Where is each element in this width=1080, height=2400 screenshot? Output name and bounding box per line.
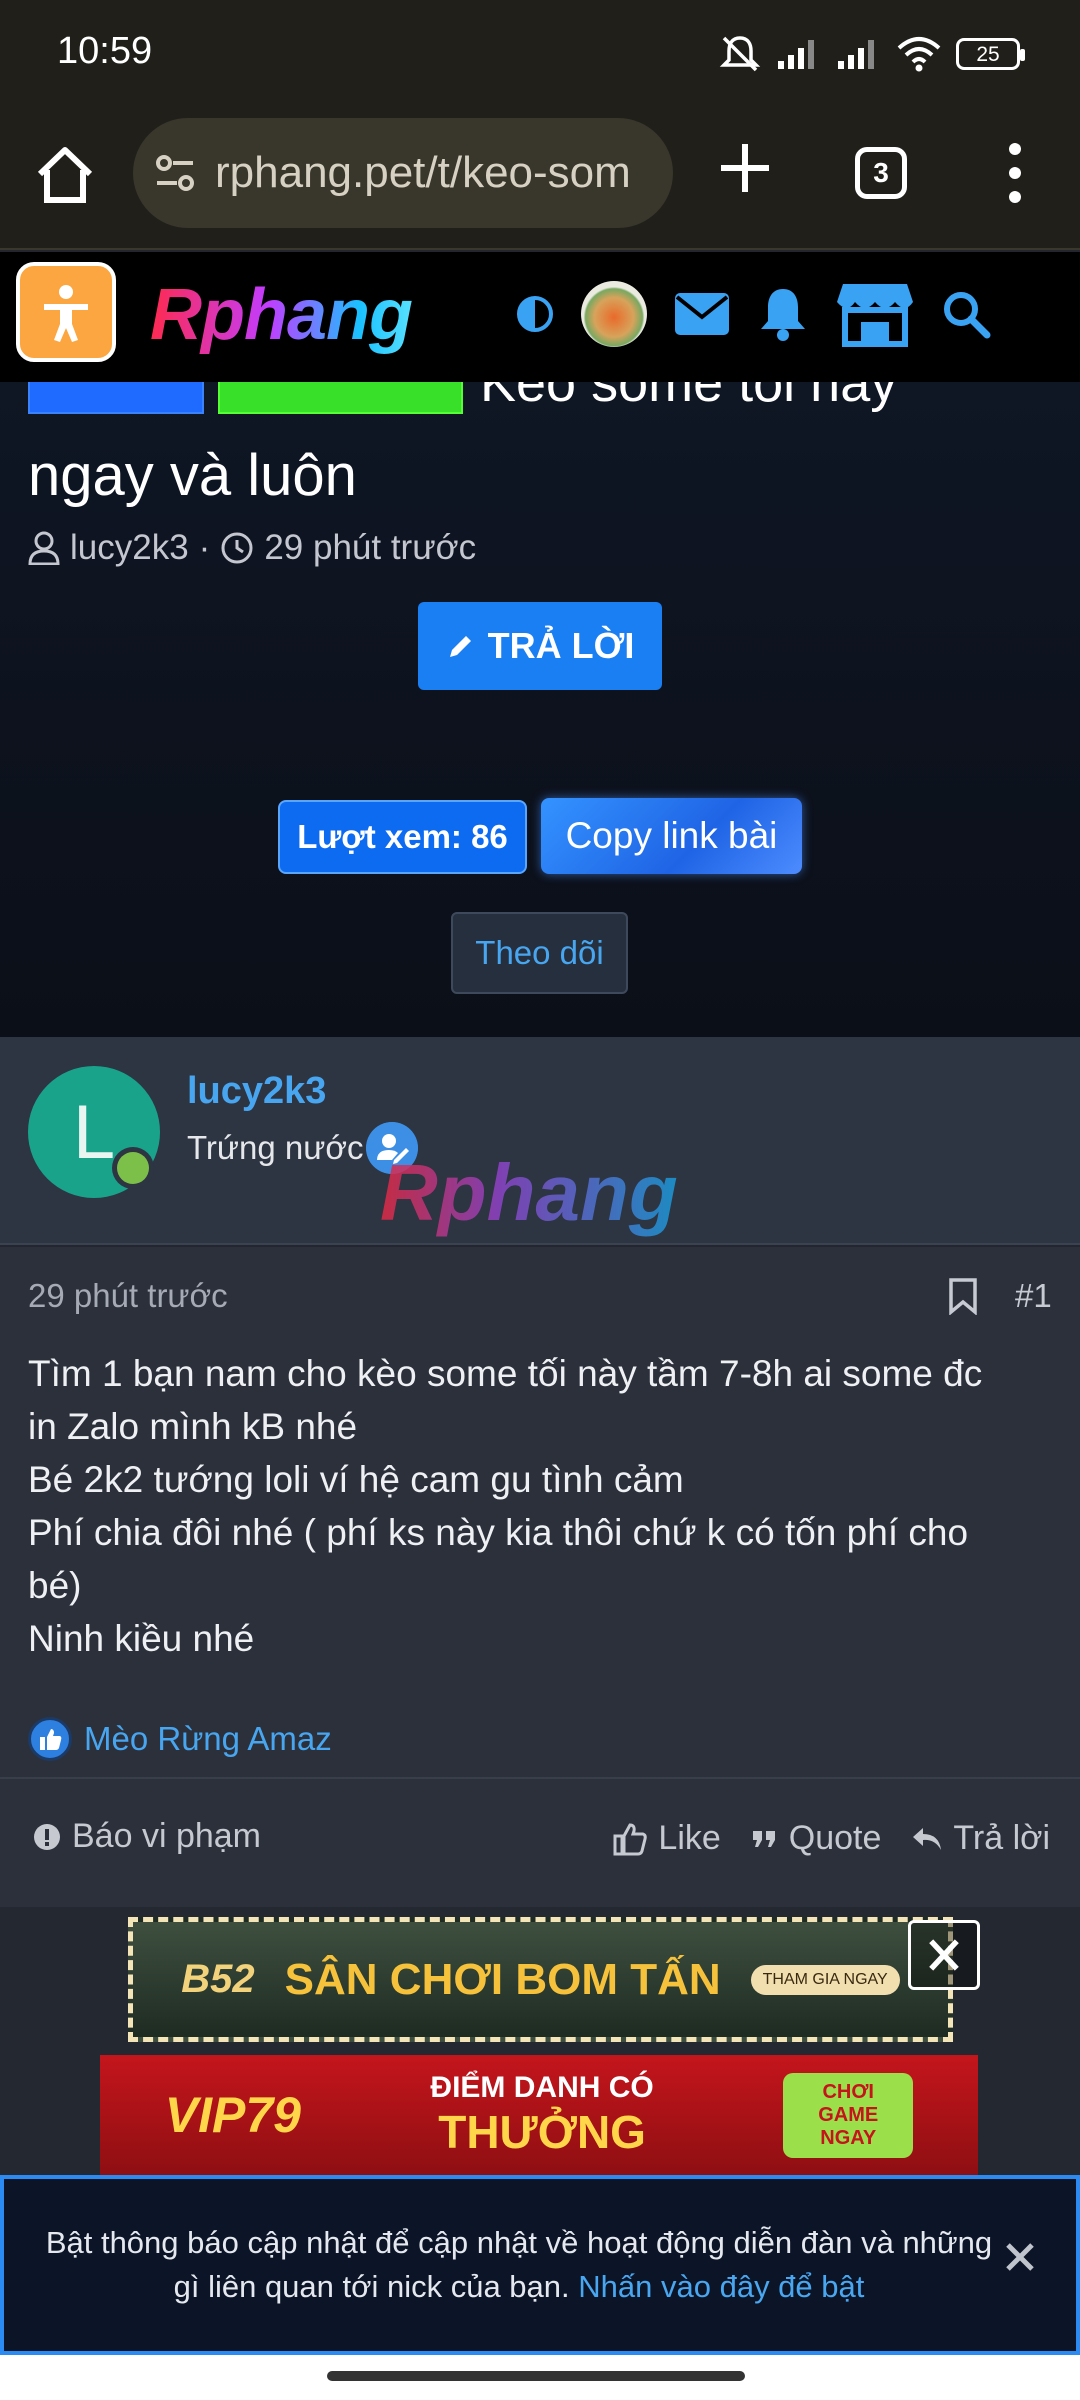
ad2-brand: VIP79: [164, 2087, 301, 2143]
ad2-line1: ĐIỂM DANH CÓ: [430, 2071, 654, 2104]
follow-button[interactable]: Theo dõi: [451, 912, 628, 994]
status-bar: 10:59 25: [0, 0, 1080, 110]
ad-close-icon[interactable]: [908, 1920, 980, 1990]
user-icon: [28, 531, 60, 565]
site-watermark: Rphang: [380, 1148, 678, 1237]
address-bar[interactable]: rphang.pet/t/keo-som: [133, 118, 673, 228]
author-rank: Trứng nước: [187, 1129, 364, 1166]
post-actions: Báo vi phạm Like Quote Trả lời: [0, 1777, 1080, 1907]
ad2-cta: CHƠI GAME NGAY: [783, 2072, 914, 2158]
thread-meta: lucy2k3 · 29 phút trước: [28, 528, 476, 568]
post-action-group: Like Quote Trả lời: [612, 1819, 1050, 1858]
site-settings-icon[interactable]: [153, 151, 197, 195]
post-line: bé): [28, 1565, 82, 1606]
enable-notifications-link[interactable]: Nhấn vào đây để bật: [578, 2269, 864, 2304]
author-name[interactable]: lucy2k3: [187, 1070, 326, 1113]
theme-toggle-icon[interactable]: [515, 294, 555, 334]
accessibility-icon: [44, 285, 88, 342]
ad1-text: SÂN CHƠI BOM TẤN: [284, 1954, 721, 2004]
post-line: Bé 2k2 tướng loli ví hệ cam gu tình cảm: [28, 1459, 684, 1500]
accessibility-button[interactable]: [16, 262, 116, 362]
ad-banner-vip79[interactable]: VIP79 ĐIỂM DANH CÓ THƯỞNG CHƠI GAME NGAY: [100, 2055, 978, 2175]
bell-icon[interactable]: [757, 285, 809, 343]
post-content: Tìm 1 bạn nam cho kèo some tối này tầm 7…: [28, 1347, 1058, 1665]
like-label: Like: [658, 1819, 721, 1857]
reply-post-button[interactable]: Trả lời: [911, 1819, 1050, 1858]
post-time[interactable]: 29 phút trước: [28, 1277, 228, 1315]
thread-header: Kèo some tối nay ngay và luôn lucy2k3 · …: [0, 382, 1080, 1037]
meta-separator: ·: [198, 528, 211, 567]
reply-icon: [913, 1827, 942, 1850]
store-icon[interactable]: [835, 280, 915, 348]
like-reaction-icon: [28, 1717, 72, 1761]
signal-icon: [778, 40, 814, 69]
gesture-handle[interactable]: [327, 2371, 745, 2381]
like-button[interactable]: Like: [612, 1819, 721, 1858]
report-label: Báo vi phạm: [72, 1817, 261, 1855]
quote-button[interactable]: Quote: [751, 1819, 882, 1858]
post-number[interactable]: #1: [1015, 1277, 1052, 1315]
reactions-bar[interactable]: Mèo Rừng Amaz: [28, 1717, 332, 1761]
clock-icon: [221, 532, 253, 564]
quote-icon: [752, 1830, 775, 1847]
site-logo[interactable]: Rphang: [150, 274, 413, 356]
post-line: Tìm 1 bạn nam cho kèo some tối này tầm 7…: [28, 1353, 983, 1394]
post-line: in Zalo mình kB nhé: [28, 1406, 358, 1447]
wifi-icon: [897, 37, 941, 72]
copy-link-button[interactable]: Copy link bài: [541, 798, 802, 874]
post-body: 29 phút trước #1 Tìm 1 bạn nam cho kèo s…: [0, 1247, 1080, 1777]
search-icon[interactable]: [941, 289, 991, 339]
more-menu-icon[interactable]: [1000, 140, 1030, 206]
reaction-user[interactable]: Mèo Rừng Amaz: [84, 1720, 332, 1758]
browser-toolbar: rphang.pet/t/keo-som 3: [0, 110, 1080, 250]
online-status-icon: [112, 1147, 154, 1189]
status-icons: 25: [718, 34, 1025, 74]
thread-author[interactable]: lucy2k3: [70, 528, 189, 568]
thread-title-line-2: ngay và luôn: [28, 443, 357, 508]
post-line: Phí chia đôi nhé ( phí ks này kia thôi c…: [28, 1512, 969, 1553]
ad2-headline: ĐIỂM DANH CÓ THƯỞNG: [430, 2071, 653, 2159]
header-actions: [515, 280, 991, 348]
user-avatar[interactable]: [581, 281, 647, 347]
url-text[interactable]: rphang.pet/t/keo-som: [215, 148, 655, 198]
thread-location-tag[interactable]: [218, 382, 463, 414]
mail-icon[interactable]: [673, 291, 731, 337]
reply-post-label: Trả lời: [953, 1819, 1050, 1857]
tab-switcher-button[interactable]: 3: [855, 147, 907, 199]
push-notification-banner: Bật thông báo cập nhật để cập nhật về ho…: [0, 2175, 1080, 2355]
reply-button[interactable]: TRẢ LỜI: [418, 602, 662, 690]
thread-prefix-tag[interactable]: [28, 382, 204, 414]
thread-time[interactable]: 29 phút trước: [264, 528, 476, 568]
thumbs-up-icon: [613, 1822, 648, 1855]
ad-banner-b52[interactable]: B52 SÂN CHƠI BOM TẤN THAM GIA NGAY: [128, 1917, 953, 2042]
system-nav-bar: [0, 2355, 1080, 2400]
ad2-line2: THƯỞNG: [438, 2106, 646, 2158]
home-icon[interactable]: [30, 140, 100, 210]
warning-icon: [34, 1823, 60, 1850]
close-icon[interactable]: [1000, 2237, 1040, 2277]
quote-label: Quote: [788, 1819, 882, 1857]
post-line: Ninh kiều nhé: [28, 1618, 255, 1659]
mute-icon: [719, 36, 761, 72]
notice-text: Bật thông báo cập nhật để cập nhật về ho…: [44, 2221, 994, 2309]
ad1-brand: B52: [181, 1957, 255, 2001]
report-button[interactable]: Báo vi phạm: [32, 1817, 261, 1856]
thread-title: Kèo some tối nay: [480, 382, 898, 413]
view-count-badge: Lượt xem: 86: [278, 800, 527, 874]
new-tab-icon[interactable]: [715, 138, 775, 198]
status-time: 10:59: [57, 30, 153, 72]
signal-2-icon: [838, 40, 874, 69]
bookmark-icon[interactable]: [948, 1277, 978, 1315]
post-author-box: L lucy2k3 Trứng nước Rphang: [0, 1037, 1080, 1245]
pencil-icon: [449, 636, 471, 657]
battery-indicator: 25: [956, 38, 1025, 70]
site-header: Rphang: [0, 252, 1080, 382]
reply-button-label: TRẢ LỜI: [487, 625, 635, 666]
ad1-cta: THAM GIA NGAY: [750, 1964, 900, 1995]
